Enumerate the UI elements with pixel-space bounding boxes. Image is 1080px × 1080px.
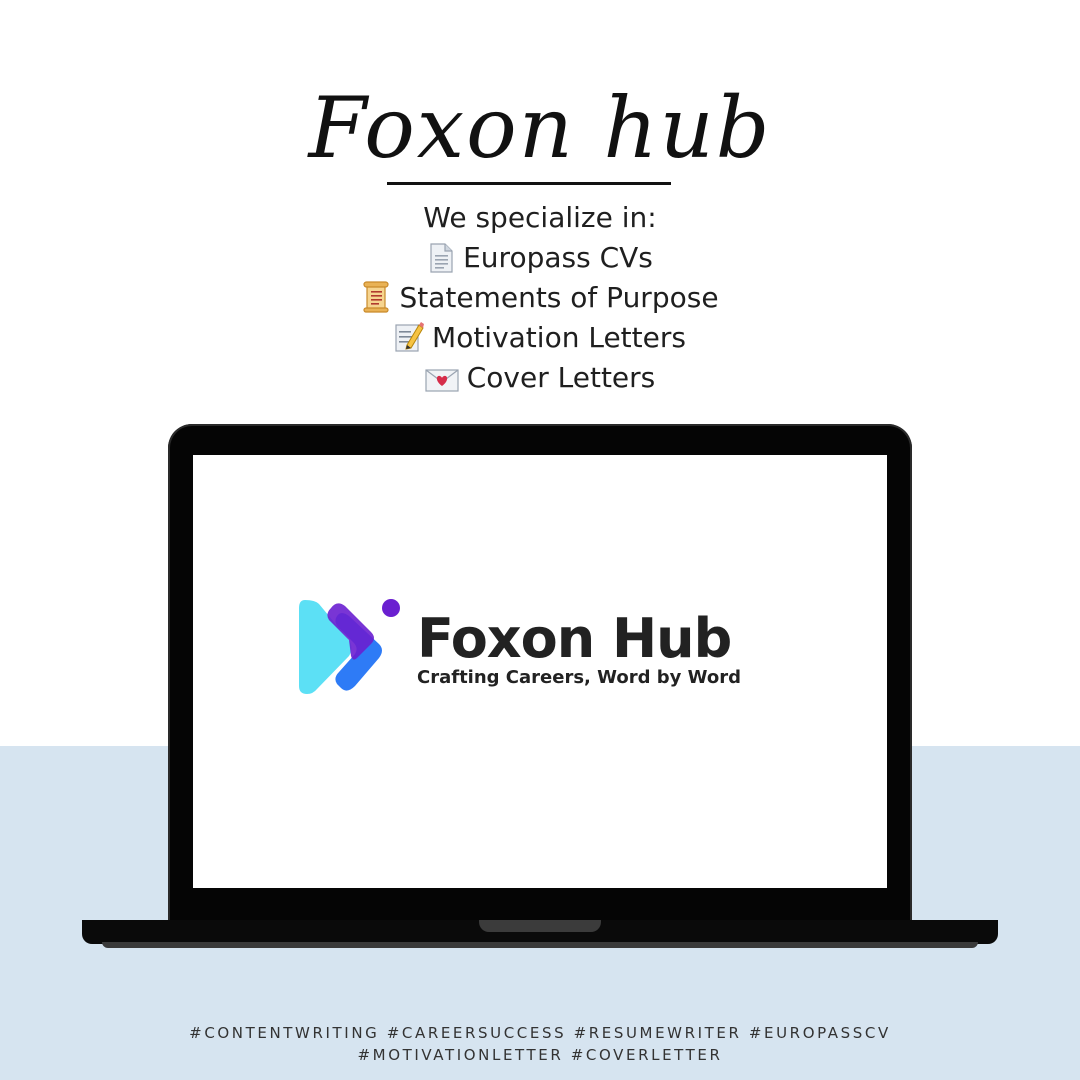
service-item-statements: Statements of Purpose bbox=[0, 278, 1080, 318]
service-label: Statements of Purpose bbox=[399, 281, 719, 314]
scroll-icon bbox=[361, 281, 391, 324]
service-item-europass: Europass CVs bbox=[0, 238, 1080, 278]
brand-tagline: Crafting Careers, Word by Word bbox=[417, 667, 741, 688]
love-letter-icon bbox=[425, 364, 459, 404]
script-title: Foxon hub bbox=[308, 79, 772, 177]
services-intro: We specialize in: bbox=[423, 201, 657, 234]
laptop-notch bbox=[479, 920, 601, 932]
services-list: We specialize in: Europass CVs Statement… bbox=[0, 198, 1080, 398]
hashtags: #CONTENTWRITING #CAREERSUCCESS #RESUMEWR… bbox=[0, 1022, 1080, 1066]
service-item-motivation: Motivation Letters bbox=[0, 318, 1080, 358]
brand-name: Foxon Hub bbox=[417, 607, 732, 670]
service-label: Cover Letters bbox=[466, 361, 656, 394]
laptop-base-shadow bbox=[102, 942, 978, 948]
service-label: Europass CVs bbox=[463, 241, 653, 274]
memo-pencil-icon bbox=[394, 321, 425, 364]
service-label: Motivation Letters bbox=[432, 321, 686, 354]
foxon-logo-icon bbox=[297, 596, 407, 698]
hashtags-line-1: #CONTENTWRITING #CAREERSUCCESS #RESUMEWR… bbox=[189, 1024, 891, 1042]
title-underline bbox=[387, 182, 671, 185]
service-item-cover: Cover Letters bbox=[0, 358, 1080, 398]
hashtags-line-2: #MOTIVATIONLETTER #COVERLETTER bbox=[357, 1046, 723, 1064]
